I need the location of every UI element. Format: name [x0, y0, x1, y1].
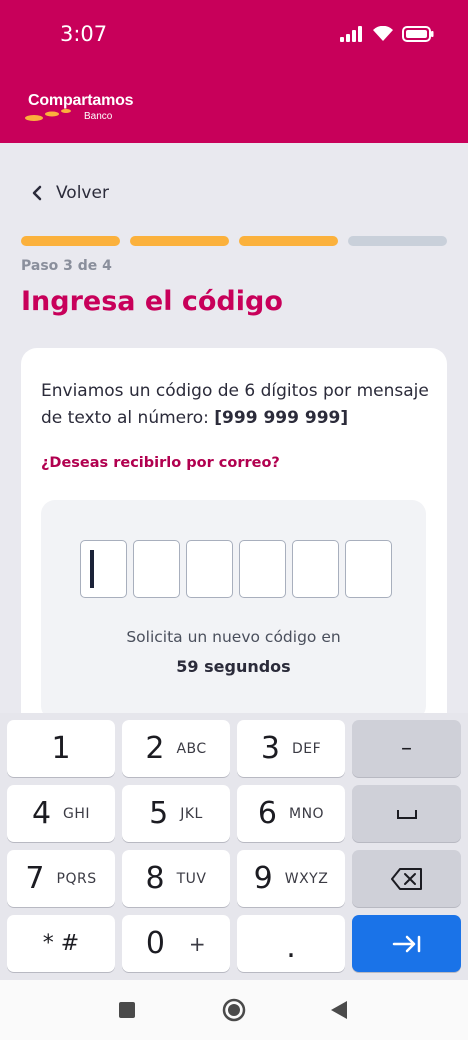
backspace-icon [390, 867, 422, 890]
code-digit-2[interactable] [133, 540, 180, 598]
key-period[interactable]: . [237, 915, 345, 972]
code-inputs [80, 540, 392, 598]
progress-step-3 [239, 236, 338, 246]
code-entry-box: Solicita un nuevo código en 59 segundos [41, 500, 426, 720]
system-nav-bar [0, 980, 468, 1040]
key-9[interactable]: 9 WXYZ [237, 850, 345, 907]
battery-icon [402, 26, 434, 42]
back-nav-icon[interactable] [330, 1000, 348, 1020]
back-button[interactable]: Volver [32, 183, 109, 203]
progress-step-1 [21, 236, 120, 246]
key-0[interactable]: 0 + [122, 915, 230, 972]
code-card: Enviamos un código de 6 dígitos por mens… [21, 348, 447, 768]
key-6[interactable]: 6 MNO [237, 785, 345, 842]
key-2[interactable]: 2 ABC [122, 720, 230, 777]
key-3[interactable]: 3 DEF [237, 720, 345, 777]
key-1[interactable]: 1 [7, 720, 115, 777]
key-next[interactable] [352, 915, 461, 972]
code-digit-1[interactable] [80, 540, 127, 598]
key-8[interactable]: 8 TUV [122, 850, 230, 907]
progress-step-4 [348, 236, 447, 246]
code-digit-3[interactable] [186, 540, 233, 598]
code-digit-4[interactable] [239, 540, 286, 598]
space-icon [396, 809, 417, 819]
key-star-hash[interactable]: * # [7, 915, 115, 972]
key-space[interactable] [352, 785, 461, 842]
key-backspace[interactable] [352, 850, 461, 907]
sms-message: Enviamos un código de 6 dígitos por mens… [41, 378, 436, 432]
resend-countdown: 59 segundos [176, 657, 291, 676]
key-5[interactable]: 5 JKL [122, 785, 230, 842]
brand-logo: Compartamos Banco [25, 92, 134, 122]
home-icon[interactable] [222, 998, 246, 1022]
status-time: 3:07 [60, 22, 108, 46]
progress-step-2 [130, 236, 229, 246]
wifi-icon [373, 26, 393, 41]
step-progress [21, 236, 447, 246]
recents-icon[interactable] [119, 1002, 135, 1018]
phone-number: [999 999 999] [214, 408, 349, 428]
key-4[interactable]: 4 GHI [7, 785, 115, 842]
app-header: 3:07 Compartamos Banco [0, 0, 468, 143]
key-dash[interactable]: – [352, 720, 461, 777]
status-icons [340, 26, 434, 42]
email-option-link[interactable]: ¿Deseas recibirlo por correo? [41, 455, 280, 471]
key-7[interactable]: 7 PQRS [7, 850, 115, 907]
code-digit-5[interactable] [292, 540, 339, 598]
brand-sub: Banco [84, 111, 113, 122]
signal-icon [340, 26, 362, 42]
tab-arrow-icon [392, 935, 420, 952]
back-label: Volver [56, 183, 109, 203]
numeric-keyboard: 1 2 ABC 3 DEF – 4 GHI 5 JKL 6 MNO 7 PQRS… [0, 713, 468, 980]
code-digit-6[interactable] [345, 540, 392, 598]
page-title: Ingresa el código [21, 286, 283, 317]
chevron-left-icon [32, 185, 42, 201]
main-content: Volver Paso 3 de 4 Ingresa el código Env… [0, 143, 468, 768]
fish-logo-icon [25, 109, 71, 121]
resend-label: Solicita un nuevo código en [126, 628, 341, 646]
step-label: Paso 3 de 4 [21, 258, 112, 274]
